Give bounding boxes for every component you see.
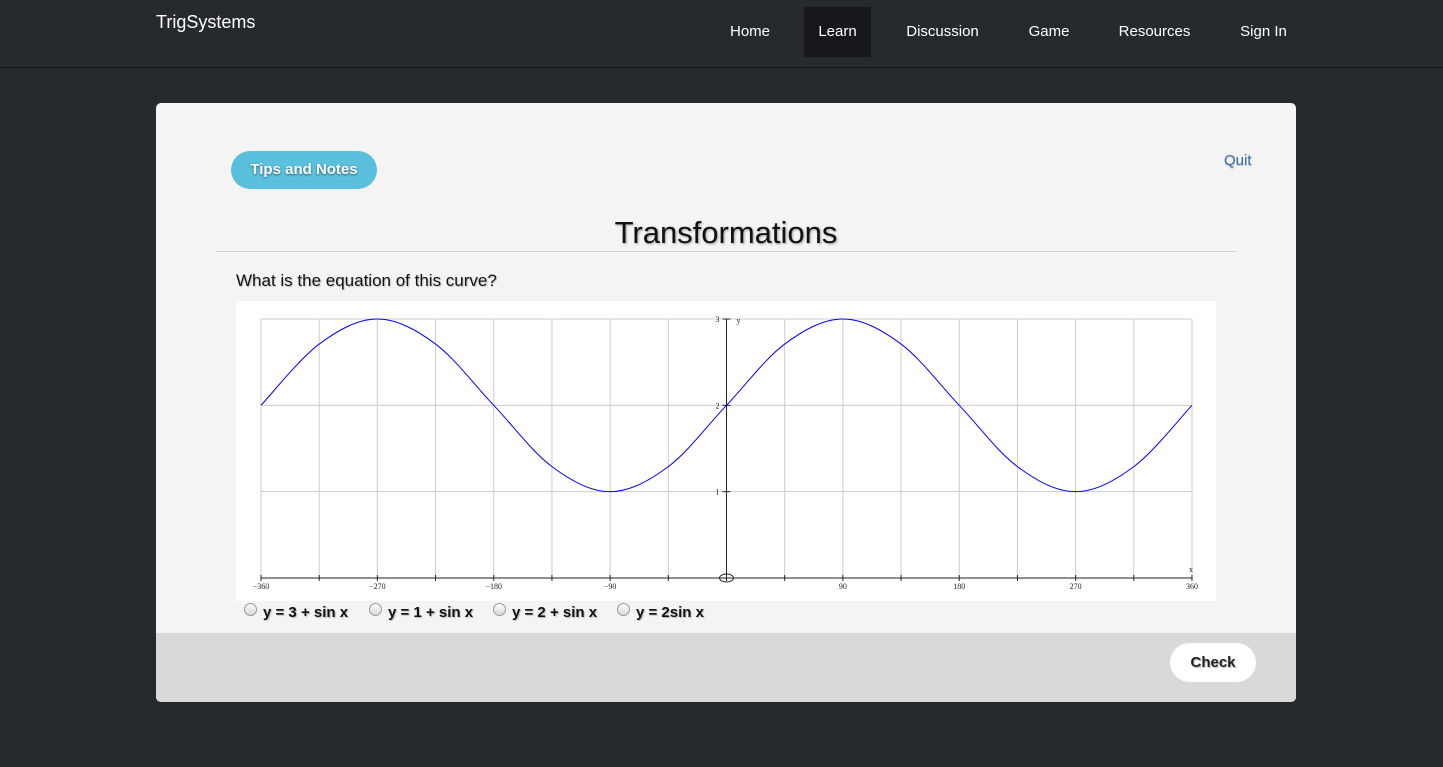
option-1-label: y = 3 + sin x (263, 604, 349, 621)
y-tick-label: 1 (716, 488, 720, 497)
option-2-label: y = 1 + sin x (388, 604, 474, 621)
exercise-card: Tips and Notes Quit Transformations What… (156, 103, 1296, 702)
option-4-label: y = 2sin x (636, 604, 704, 621)
brand-logo[interactable]: TrigSystems (156, 12, 255, 33)
nav-sign-in[interactable]: Sign In (1225, 7, 1302, 57)
x-tick-label: −360 (253, 582, 270, 591)
x-tick-label: −270 (369, 582, 386, 591)
chart-svg: −360 −270 −180 −90 90 180 270 360 1 2 3 x y (253, 315, 1198, 591)
option-3-radio[interactable] (493, 603, 506, 616)
option-3-label: y = 2 + sin x (512, 604, 598, 621)
quit-link[interactable]: Quit (1224, 152, 1252, 169)
x-axis-label: x (1189, 565, 1193, 574)
option-1-radio[interactable] (244, 603, 257, 616)
y-tick-label: 3 (716, 315, 720, 324)
option-3[interactable]: y = 2 + sin x (493, 603, 597, 621)
x-tick-label: −90 (604, 582, 617, 591)
curve-graph: −360 −270 −180 −90 90 180 270 360 1 2 3 x y (236, 301, 1216, 601)
nav-home[interactable]: Home (715, 7, 785, 57)
check-button[interactable]: Check (1170, 643, 1256, 682)
question-text: What is the equation of this curve? (236, 271, 497, 290)
nav-resources[interactable]: Resources (1103, 7, 1206, 57)
x-tick-label: −180 (485, 582, 502, 591)
x-tick-label: 360 (1186, 582, 1198, 591)
nav-discussion[interactable]: Discussion (890, 7, 995, 57)
option-2[interactable]: y = 1 + sin x (369, 603, 473, 621)
card-footer (156, 633, 1296, 702)
page-title: Transformations (614, 215, 838, 250)
tips-and-notes-button[interactable]: Tips and Notes (231, 151, 377, 189)
y-tick-label: 2 (716, 401, 720, 410)
top-navbar: TrigSystems Home Learn Discussion Game R… (0, 0, 1443, 68)
title-divider (216, 251, 1236, 252)
x-tick-label: 90 (839, 582, 847, 591)
option-2-radio[interactable] (369, 603, 382, 616)
x-tick-label: 180 (953, 582, 965, 591)
nav-learn[interactable]: Learn (804, 7, 871, 57)
option-4-radio[interactable] (617, 603, 630, 616)
y-axis-label: y (737, 316, 741, 325)
nav-game[interactable]: Game (1014, 7, 1084, 57)
x-tick-label: 270 (1070, 582, 1082, 591)
option-1[interactable]: y = 3 + sin x (244, 603, 348, 621)
option-4[interactable]: y = 2sin x (617, 603, 704, 621)
